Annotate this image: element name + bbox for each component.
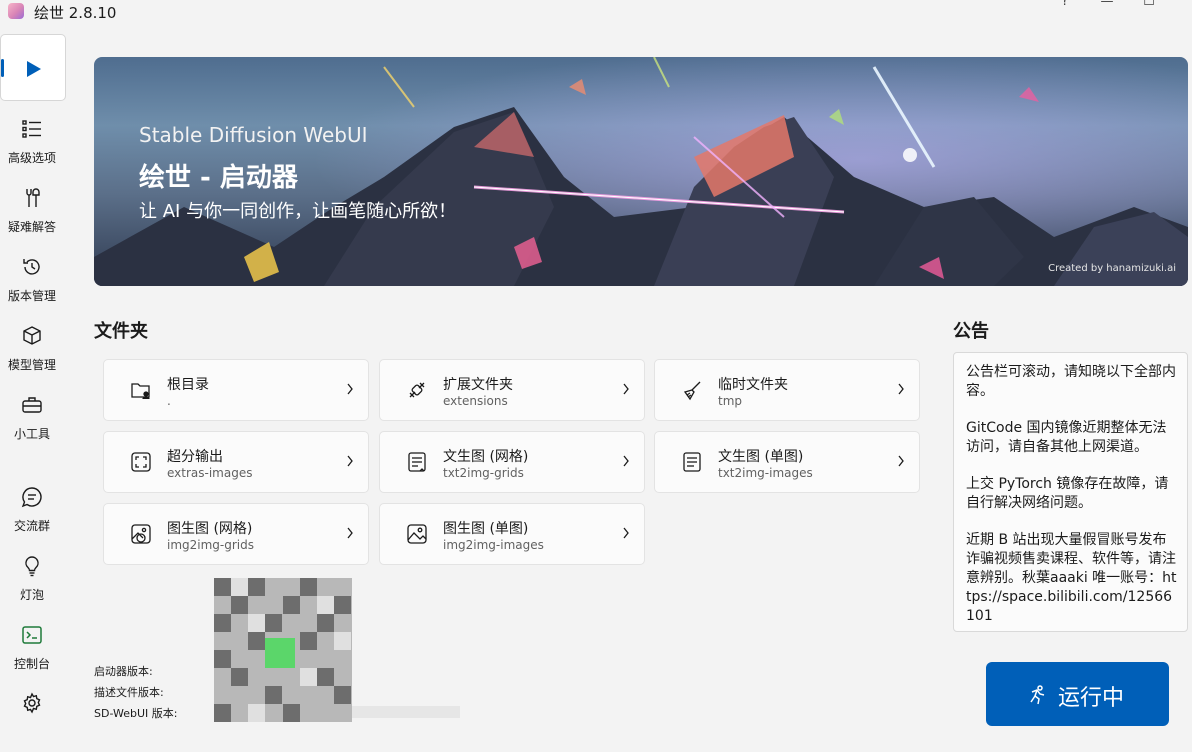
- folder-card-root[interactable]: 根目录 .: [103, 359, 369, 421]
- run-button-label: 运行中: [1058, 686, 1125, 711]
- folder-path: txt2img-images: [718, 466, 813, 480]
- sidebar-item-advanced[interactable]: 高级选项: [0, 118, 64, 178]
- sidebar-item-label: 小工具: [13, 427, 50, 441]
- chat-icon: [21, 487, 42, 508]
- webui-version-label: SD-WebUI 版本:: [94, 707, 178, 720]
- folder-name: 扩展文件夹: [443, 377, 513, 393]
- banner-title: 绘世 - 启动器: [139, 163, 298, 193]
- sidebar-item-label: 灯泡: [19, 588, 44, 602]
- folder-path: txt2img-grids: [443, 466, 524, 480]
- folder-name: 根目录: [167, 377, 209, 393]
- folder-path: extras-images: [167, 466, 253, 480]
- folder-path: img2img-images: [443, 538, 544, 552]
- sidebar-item-console[interactable]: 控制台: [0, 624, 64, 684]
- sidebar-item-settings[interactable]: [0, 692, 64, 752]
- app-title: 绘世 2.8.10: [34, 4, 117, 22]
- notice-scroll-box[interactable]: 公告栏可滚动，请知晓以下全部内容。 GitCode 国内镜像近期整体无法访问，请…: [953, 352, 1188, 632]
- chevron-right-icon: [898, 383, 904, 395]
- folder-card-txt2img-images[interactable]: 文生图 (单图) txt2img-images: [654, 431, 920, 493]
- sidebar-item-community[interactable]: 交流群: [0, 486, 64, 546]
- folder-card-img2img-images[interactable]: 图生图 (单图) img2img-images: [379, 503, 645, 565]
- notice-paragraph: 公告栏可滚动，请知晓以下全部内容。: [966, 364, 1176, 399]
- gear-icon: [23, 692, 41, 714]
- folder-card-extensions[interactable]: 扩展文件夹 extensions: [379, 359, 645, 421]
- doc-grid-icon: [408, 452, 426, 472]
- folder-card-extras-images[interactable]: 超分输出 extras-images: [103, 431, 369, 493]
- notice-heading: 公告: [953, 321, 989, 342]
- sidebar-item-label: 版本管理: [7, 289, 56, 303]
- chevron-right-icon: [347, 383, 353, 395]
- folder-card-tmp[interactable]: 临时文件夹 tmp: [654, 359, 920, 421]
- app-logo-icon: [8, 3, 24, 19]
- folder-user-icon: [131, 383, 150, 400]
- banner-credit: Created by hanamizuki.ai: [1048, 263, 1176, 274]
- history-icon: [23, 259, 40, 275]
- hero-banner: Stable Diffusion WebUI 绘世 - 启动器 让 AI 与你一…: [94, 57, 1188, 286]
- folder-card-img2img-grids[interactable]: 图生图 (网格) img2img-grids: [103, 503, 369, 565]
- play-icon: [27, 61, 41, 77]
- tools-icon: [26, 188, 40, 207]
- sidebar-item-label: 模型管理: [7, 358, 56, 372]
- folder-name: 文生图 (网格): [443, 449, 529, 465]
- chevron-right-icon: [898, 455, 904, 467]
- folder-path: .: [167, 394, 171, 408]
- sidebar-item-lightbulb[interactable]: 灯泡: [0, 555, 64, 615]
- notice-paragraph: 上交 PyTorch 镜像存在故障，请自行解决网络问题。: [966, 476, 1169, 511]
- help-button[interactable]: ?: [1050, 0, 1080, 14]
- sidebar-item-label: 交流群: [13, 519, 50, 533]
- description-version-label: 描述文件版本:: [94, 686, 164, 699]
- image-grid-icon: [131, 524, 151, 544]
- chevron-right-icon: [347, 527, 353, 539]
- folder-name: 超分输出: [167, 449, 223, 465]
- banner-slogan: 让 AI 与你一同创作，让画笔随心所欲！: [139, 201, 457, 222]
- folder-name: 文生图 (单图): [718, 449, 804, 465]
- folder-name: 图生图 (单图): [443, 521, 529, 537]
- notice-paragraph: GitCode 国内镜像近期整体无法访问，请自备其他上网渠道。: [966, 420, 1167, 455]
- folder-path: img2img-grids: [167, 538, 254, 552]
- chevron-right-icon: [623, 455, 629, 467]
- launcher-version-label: 启动器版本:: [94, 665, 153, 678]
- banner-subtitle: Stable Diffusion WebUI: [139, 123, 368, 147]
- run-button[interactable]: 运行中: [986, 662, 1169, 726]
- minimize-button[interactable]: —: [1092, 0, 1122, 14]
- sidebar-item-troubleshoot[interactable]: 疑难解答: [0, 187, 64, 247]
- folder-name: 图生图 (网格): [167, 521, 253, 537]
- chevron-right-icon: [347, 455, 353, 467]
- chevron-right-icon: [623, 527, 629, 539]
- notice-paragraph: 近期 B 站出现大量假冒账号发布诈骗视频售卖课程、软件等，请注意辨别。秋葉aaa…: [966, 532, 1177, 624]
- sidebar-item-label: 高级选项: [7, 151, 56, 165]
- chevron-right-icon: [623, 383, 629, 395]
- doc-text-icon: [683, 452, 701, 472]
- folder-path: tmp: [718, 394, 743, 408]
- sidebar-item-tools[interactable]: 小工具: [0, 394, 64, 454]
- sidebar-nav: 高级选项 疑难解答 版本管理 模型管理 小工具 交流群 灯泡 控制台: [0, 30, 66, 722]
- list-icon: [22, 120, 41, 138]
- broom-icon: [683, 381, 701, 401]
- folder-path: extensions: [443, 394, 508, 408]
- lightbulb-icon: [25, 556, 39, 577]
- sidebar-item-models[interactable]: 模型管理: [0, 325, 64, 385]
- cube-icon: [23, 326, 41, 345]
- folder-card-txt2img-grids[interactable]: 文生图 (网格) txt2img-grids: [379, 431, 645, 493]
- maximize-button[interactable]: ☐: [1134, 0, 1164, 14]
- image-icon: [407, 524, 427, 544]
- title-bar: 绘世 2.8.10 ? — ☐: [0, 0, 1192, 30]
- blurred-qr-code: [214, 578, 352, 722]
- plug-icon: [409, 382, 425, 398]
- toolbox-icon: [22, 397, 42, 413]
- blurred-version-text: [352, 706, 460, 718]
- active-indicator: [1, 59, 4, 77]
- sidebar-item-label: 疑难解答: [7, 220, 56, 234]
- sidebar-item-versions[interactable]: 版本管理: [0, 256, 64, 316]
- sidebar-item-launch[interactable]: [0, 34, 66, 101]
- running-icon: [1030, 685, 1045, 705]
- sidebar-item-label: 控制台: [13, 657, 50, 671]
- folder-name: 临时文件夹: [718, 377, 788, 393]
- folders-heading: 文件夹: [94, 321, 148, 342]
- upscale-icon: [131, 452, 151, 472]
- console-icon: [22, 626, 42, 644]
